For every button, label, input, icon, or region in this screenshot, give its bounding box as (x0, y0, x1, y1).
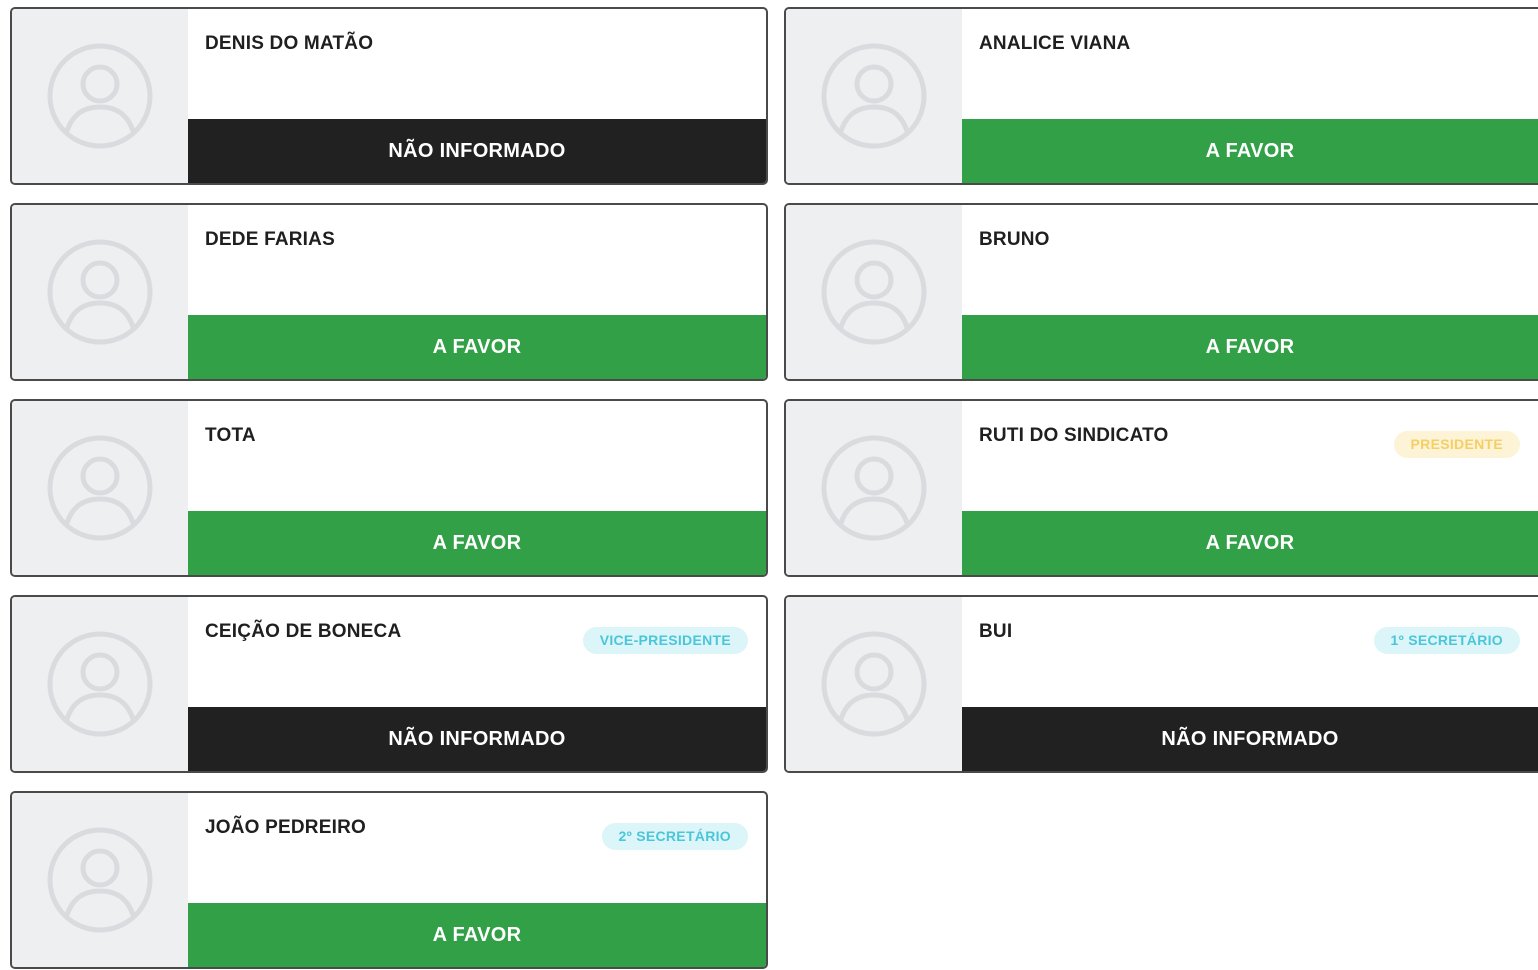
councillor-info: TOTA A FAVOR (188, 401, 766, 575)
user-icon (47, 43, 153, 149)
vote-status-bar: NÃO INFORMADO (188, 707, 766, 771)
councillor-name: TOTA (205, 425, 256, 446)
councillor-card: BUI 1º SECRETÁRIO NÃO INFORMADO (784, 595, 1538, 773)
role-badge: PRESIDENTE (1393, 431, 1520, 458)
user-icon (47, 631, 153, 737)
role-badge: 2º SECRETÁRIO (601, 823, 748, 850)
councillor-header: DEDE FARIAS (188, 205, 766, 315)
user-icon (47, 239, 153, 345)
councillor-card: BRUNO A FAVOR (784, 203, 1538, 381)
councillor-info: BUI 1º SECRETÁRIO NÃO INFORMADO (962, 597, 1538, 771)
vote-status-bar: NÃO INFORMADO (962, 707, 1538, 771)
vote-status-bar: A FAVOR (188, 315, 766, 379)
councillor-card: CEIÇÃO DE BONECA VICE-PRESIDENTE NÃO INFOR… (10, 595, 768, 773)
user-icon (821, 43, 927, 149)
user-icon (821, 435, 927, 541)
councillor-name: DEDE FARIAS (205, 229, 335, 250)
councillor-card: DENIS DO MATÃO NÃO INFORMADO (10, 7, 768, 185)
vote-status-bar: A FAVOR (188, 511, 766, 575)
councillor-header: RUTI DO SINDICATO PRESIDENTE (962, 401, 1538, 511)
councillor-name: DENIS DO MATÃO (205, 33, 374, 54)
councillor-photo (786, 9, 962, 183)
user-icon (47, 827, 153, 933)
councillor-info: ANALICE VIANA A FAVOR (962, 9, 1538, 183)
councillor-card: DEDE FARIAS A FAVOR (10, 203, 768, 381)
councillor-info: CEIÇÃO DE BONECA VICE-PRESIDENTE NÃO INFOR… (188, 597, 766, 771)
councillor-name: CEIÇÃO DE BONECA (205, 621, 402, 642)
councillor-photo (786, 401, 962, 575)
user-icon (821, 239, 927, 345)
councillor-card: JOÃO PEDREIRO 2º SECRETÁRIO A FAVOR (10, 791, 768, 969)
user-icon (821, 631, 927, 737)
councillor-name: BRUNO (979, 229, 1050, 250)
councillor-card: TOTA A FAVOR (10, 399, 768, 577)
councillor-info: BRUNO A FAVOR (962, 205, 1538, 379)
councillor-header: BUI 1º SECRETÁRIO (962, 597, 1538, 707)
role-badge: 1º SECRETÁRIO (1373, 627, 1520, 654)
councillor-photo (12, 205, 188, 379)
user-icon (47, 435, 153, 541)
councillor-card: ANALICE VIANA A FAVOR (784, 7, 1538, 185)
councillor-vote-grid: DENIS DO MATÃO NÃO INFORMADO ANALICE VIANA… (10, 7, 1538, 969)
vote-status-bar: A FAVOR (962, 511, 1538, 575)
councillor-name: RUTI DO SINDICATO (979, 425, 1169, 446)
councillor-header: JOÃO PEDREIRO 2º SECRETÁRIO (188, 793, 766, 903)
councillor-card: RUTI DO SINDICATO PRESIDENTE A FAVOR (784, 399, 1538, 577)
councillor-photo (12, 793, 188, 967)
councillor-header: ANALICE VIANA (962, 9, 1538, 119)
councillor-header: BRUNO (962, 205, 1538, 315)
councillor-header: CEIÇÃO DE BONECA VICE-PRESIDENTE (188, 597, 766, 707)
vote-status-bar: A FAVOR (962, 119, 1538, 183)
councillor-info: DEDE FARIAS A FAVOR (188, 205, 766, 379)
councillor-info: JOÃO PEDREIRO 2º SECRETÁRIO A FAVOR (188, 793, 766, 967)
vote-status-bar: A FAVOR (188, 903, 766, 967)
vote-status-bar: NÃO INFORMADO (188, 119, 766, 183)
councillor-info: DENIS DO MATÃO NÃO INFORMADO (188, 9, 766, 183)
councillor-photo (12, 401, 188, 575)
councillor-photo (786, 205, 962, 379)
vote-status-bar: A FAVOR (962, 315, 1538, 379)
councillor-photo (786, 597, 962, 771)
role-badge: VICE-PRESIDENTE (582, 627, 748, 654)
councillor-name: BUI (979, 621, 1013, 642)
councillor-info: RUTI DO SINDICATO PRESIDENTE A FAVOR (962, 401, 1538, 575)
councillor-photo (12, 9, 188, 183)
councillor-header: DENIS DO MATÃO (188, 9, 766, 119)
councillor-photo (12, 597, 188, 771)
councillor-name: ANALICE VIANA (979, 33, 1131, 54)
councillor-name: JOÃO PEDREIRO (205, 817, 366, 838)
councillor-header: TOTA (188, 401, 766, 511)
